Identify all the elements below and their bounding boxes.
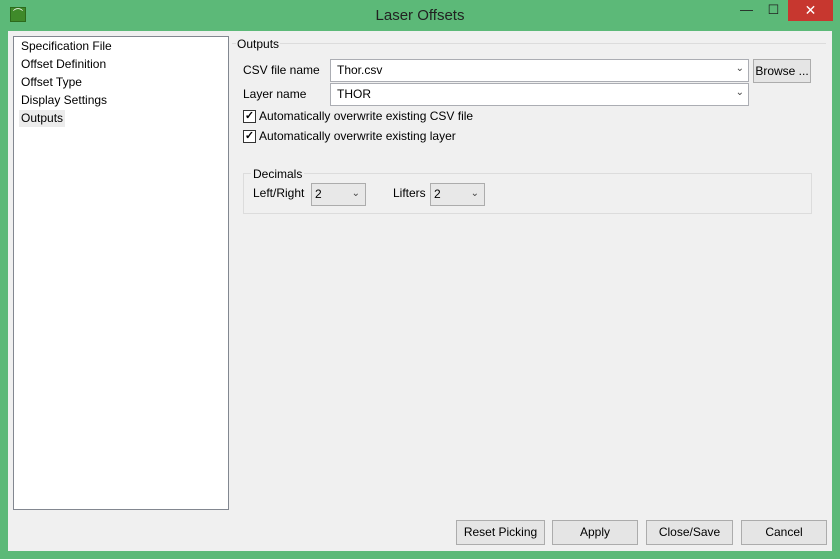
left-right-decimals-select[interactable]: 2 ⌄ [311,183,366,206]
layer-name-label: Layer name [243,87,307,101]
minimize-button[interactable]: — [733,0,760,21]
csv-file-name-value: Thor.csv [337,63,383,77]
overwrite-layer-label[interactable]: Automatically overwrite existing layer [259,128,456,144]
nav-item-outputs[interactable]: Outputs [19,110,66,127]
left-right-label: Left/Right [253,186,305,200]
lifters-value: 2 [434,187,441,201]
chevron-down-icon: ⌄ [735,87,744,98]
chevron-down-icon: ⌄ [351,188,360,199]
nav-item-offset-type[interactable]: Offset Type [19,74,84,91]
layer-name-combo[interactable]: THOR ⌄ [330,83,749,106]
browse-button[interactable]: Browse ... [753,59,811,83]
overwrite-csv-checkbox[interactable]: ✓ [243,110,256,123]
reset-picking-button[interactable]: Reset Picking [456,520,545,545]
csv-file-name-combo[interactable]: Thor.csv ⌄ [330,59,749,82]
decimals-group-title: Decimals [251,166,305,182]
chevron-down-icon: ⌄ [735,63,744,74]
outputs-group-line [232,43,826,44]
settings-nav-list[interactable]: Specification File Offset Definition Off… [13,36,229,510]
layer-name-value: THOR [337,87,371,101]
window-title: Laser Offsets [375,7,465,24]
overwrite-layer-checkbox[interactable]: ✓ [243,130,256,143]
apply-button[interactable]: Apply [552,520,638,545]
csv-file-name-label: CSV file name [243,63,320,77]
close-button[interactable]: ✕ [788,0,833,21]
left-right-value: 2 [315,187,322,201]
nav-item-offset-definition[interactable]: Offset Definition [19,56,108,73]
nav-item-display-settings[interactable]: Display Settings [19,92,109,109]
cancel-button[interactable]: Cancel [741,520,827,545]
title-bar[interactable]: ⌒ Laser Offsets — ☐ ✕ [0,0,840,31]
lifters-decimals-select[interactable]: 2 ⌄ [430,183,485,206]
nav-item-specification-file[interactable]: Specification File [19,38,114,55]
chevron-down-icon: ⌄ [470,188,479,199]
maximize-button[interactable]: ☐ [760,0,787,21]
close-save-button[interactable]: Close/Save [646,520,733,545]
overwrite-csv-label[interactable]: Automatically overwrite existing CSV fil… [259,108,473,124]
outputs-group-title: Outputs [236,36,281,52]
lifters-label: Lifters [393,186,426,200]
